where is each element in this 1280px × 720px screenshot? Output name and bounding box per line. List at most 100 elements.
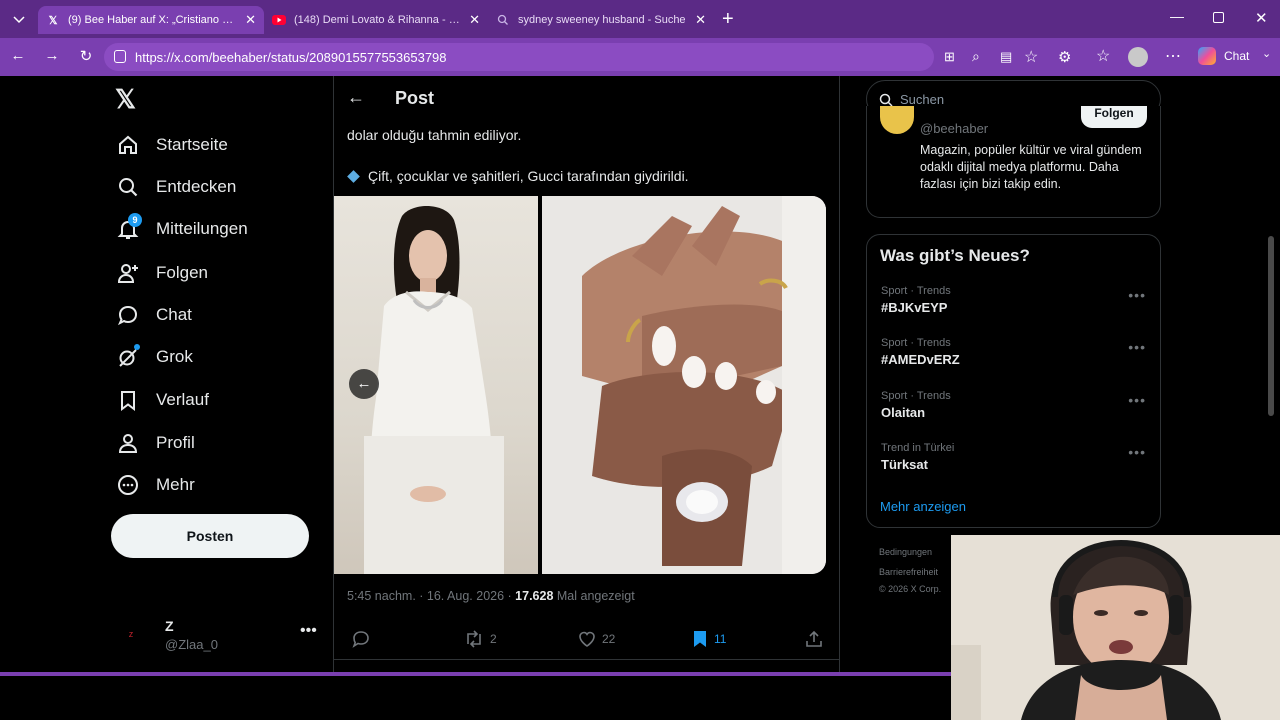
tab-list-chevron-icon[interactable] [10,10,28,28]
divider [334,659,839,660]
tab-bee-haber[interactable]: 𝕏 (9) Bee Haber auf X: „Cristiano Ron ✕ [38,6,264,34]
post-header: ← Post [334,76,839,120]
sidebar-item-label: Folgen [156,263,208,282]
minimize-icon[interactable]: — [1170,8,1184,24]
sidebar-item-mitteilungen[interactable]: 9 Mitteilungen [117,213,248,244]
post-image-right[interactable] [542,196,826,574]
footer-accessibility-link[interactable]: Barrierefreiheit [879,567,938,577]
follow-button[interactable]: Folgen [1081,106,1147,128]
restore-icon[interactable] [1213,12,1224,23]
sidebar-item-chat[interactable]: Chat [117,300,192,330]
sidebar-item-verlauf[interactable]: Verlauf [117,385,209,415]
post-time[interactable]: 5:45 nachm. · 16. Aug. 2026 · [347,589,515,603]
footer-terms-link[interactable]: Bedingungen [879,547,932,557]
url-field[interactable]: https://x.com/beehaber/status/2089015577… [104,43,1038,71]
like-button[interactable]: 22 [578,630,615,648]
x-logo-icon[interactable]: 𝕏 [115,84,136,115]
chat-label[interactable]: Chat [1224,49,1249,63]
extensions-icon[interactable]: ⚙ [1058,48,1071,66]
url-text: https://x.com/beehaber/status/2089015577… [135,50,447,65]
site-info-icon[interactable] [114,50,126,63]
sidebar-item-label: Chat [156,305,192,324]
tab-label: sydney sweeney husband - Suche [518,14,686,26]
bell-icon: 9 [117,213,142,240]
avatar[interactable] [880,106,914,134]
scrollbar[interactable] [1268,236,1274,416]
share-button[interactable] [805,630,829,648]
close-window-icon[interactable]: ✕ [1255,9,1268,27]
home-icon [117,134,139,156]
left-sidebar: 𝕏 Startseite Entdecken 9 Mitteilungen Fo… [5,76,333,672]
post-button[interactable]: Posten [111,514,309,558]
repost-count: 2 [490,632,497,646]
refresh-icon[interactable]: ↻ [76,47,96,65]
back-icon[interactable]: ← [8,47,28,64]
more-dots-icon[interactable]: ••• [1128,392,1146,408]
sidebar-item-startseite[interactable]: Startseite [117,130,228,160]
post-image-left[interactable]: ← [334,196,538,574]
main-post-column: ← Post dolar olduğu tahmin ediliyor. Çif… [333,76,840,672]
back-arrow-icon[interactable]: ← [347,87,365,108]
window-edge [0,672,960,676]
profile-bio: Magazin, popüler kültür ve viral gündem … [920,143,1142,191]
more-icon [117,474,139,496]
avatar: z [117,620,145,648]
repost-icon [467,630,481,648]
post-text-line: dolar olduğu tahmin ediliyor. [347,127,522,143]
sidebar-item-entdecken[interactable]: Entdecken [117,172,236,202]
tab-label: (148) Demi Lovato & Rihanna - Sta [294,14,464,26]
heart-icon [579,631,595,647]
sidebar-item-label: Mitteilungen [156,219,248,238]
bookmark-icon [117,389,139,411]
profile-avatar-icon[interactable] [1128,47,1148,67]
more-dots-icon[interactable]: ••• [1128,444,1146,460]
follow-icon [117,262,139,284]
search-placeholder: Suchen [900,92,945,107]
trend-item[interactable]: Trend in Türkei Türksat [881,442,954,472]
share-icon [806,630,822,647]
tab-search[interactable]: sydney sweeney husband - Suche ✕ [488,6,714,34]
sidebar-item-mehr[interactable]: Mehr [117,470,195,500]
sidebar-item-grok[interactable]: Grok [117,342,193,372]
browser-tab-bar: 𝕏 (9) Bee Haber auf X: „Cristiano Ron ✕ … [0,0,1280,38]
account-handle: @Zlaa_0 [165,637,218,652]
browser-menu-icon[interactable]: ⋯ [1165,46,1181,66]
sidebar-item-label: Entdecken [156,177,237,196]
more-dots-icon[interactable]: ••• [1128,339,1146,355]
trend-item[interactable]: Sport · Trends #BJKvEYP [881,285,951,315]
forward-icon[interactable]: → [42,47,62,64]
search-icon [879,93,893,107]
chevron-down-icon[interactable]: ⌄ [1262,47,1271,60]
app-icon[interactable]: ⊞ [944,49,955,65]
new-tab-icon[interactable]: + [722,8,734,31]
sidebar-item-label: Verlauf [156,390,209,409]
tab-youtube[interactable]: (148) Demi Lovato & Rihanna - Sta ✕ [264,6,488,34]
more-dots-icon[interactable]: ••• [1128,287,1146,303]
trend-item[interactable]: Sport · Trends #AMEDvERZ [881,337,960,367]
close-tab-icon[interactable]: ✕ [245,12,256,28]
diamond-icon [347,169,360,183]
favorite-star-icon[interactable]: ☆ [1024,47,1038,67]
favorites-icon[interactable]: ☆ [1096,46,1110,66]
bookmark-button[interactable]: 11 [692,630,726,648]
carousel-prev-button[interactable]: ← [349,369,379,399]
sidebar-item-folgen[interactable]: Folgen [117,258,208,288]
views-count: 17.628 [515,589,554,603]
bookmark-count: 11 [714,632,727,646]
close-tab-icon[interactable]: ✕ [695,12,706,28]
webcam-overlay [951,535,1280,720]
reader-icon[interactable]: ▤ [1000,49,1012,65]
close-tab-icon[interactable]: ✕ [469,12,480,28]
trend-item[interactable]: Sport · Trends Olaitan [881,390,951,420]
account-switcher[interactable]: z Z @Zlaa_0 ••• [117,612,322,656]
sidebar-item-label: Mehr [156,475,195,494]
search-icon [117,176,139,198]
profile-card: Folgen @beehaber Magazin, popüler kültür… [866,106,1161,218]
bookmark-filled-icon [694,631,706,647]
zoom-icon[interactable]: ⌕ [972,48,980,65]
show-more-link[interactable]: Mehr anzeigen [880,499,966,514]
sidebar-item-profil[interactable]: Profil [117,428,195,458]
repost-button[interactable]: 2 [464,630,497,648]
copilot-icon[interactable] [1198,47,1216,65]
reply-button[interactable] [352,630,376,648]
